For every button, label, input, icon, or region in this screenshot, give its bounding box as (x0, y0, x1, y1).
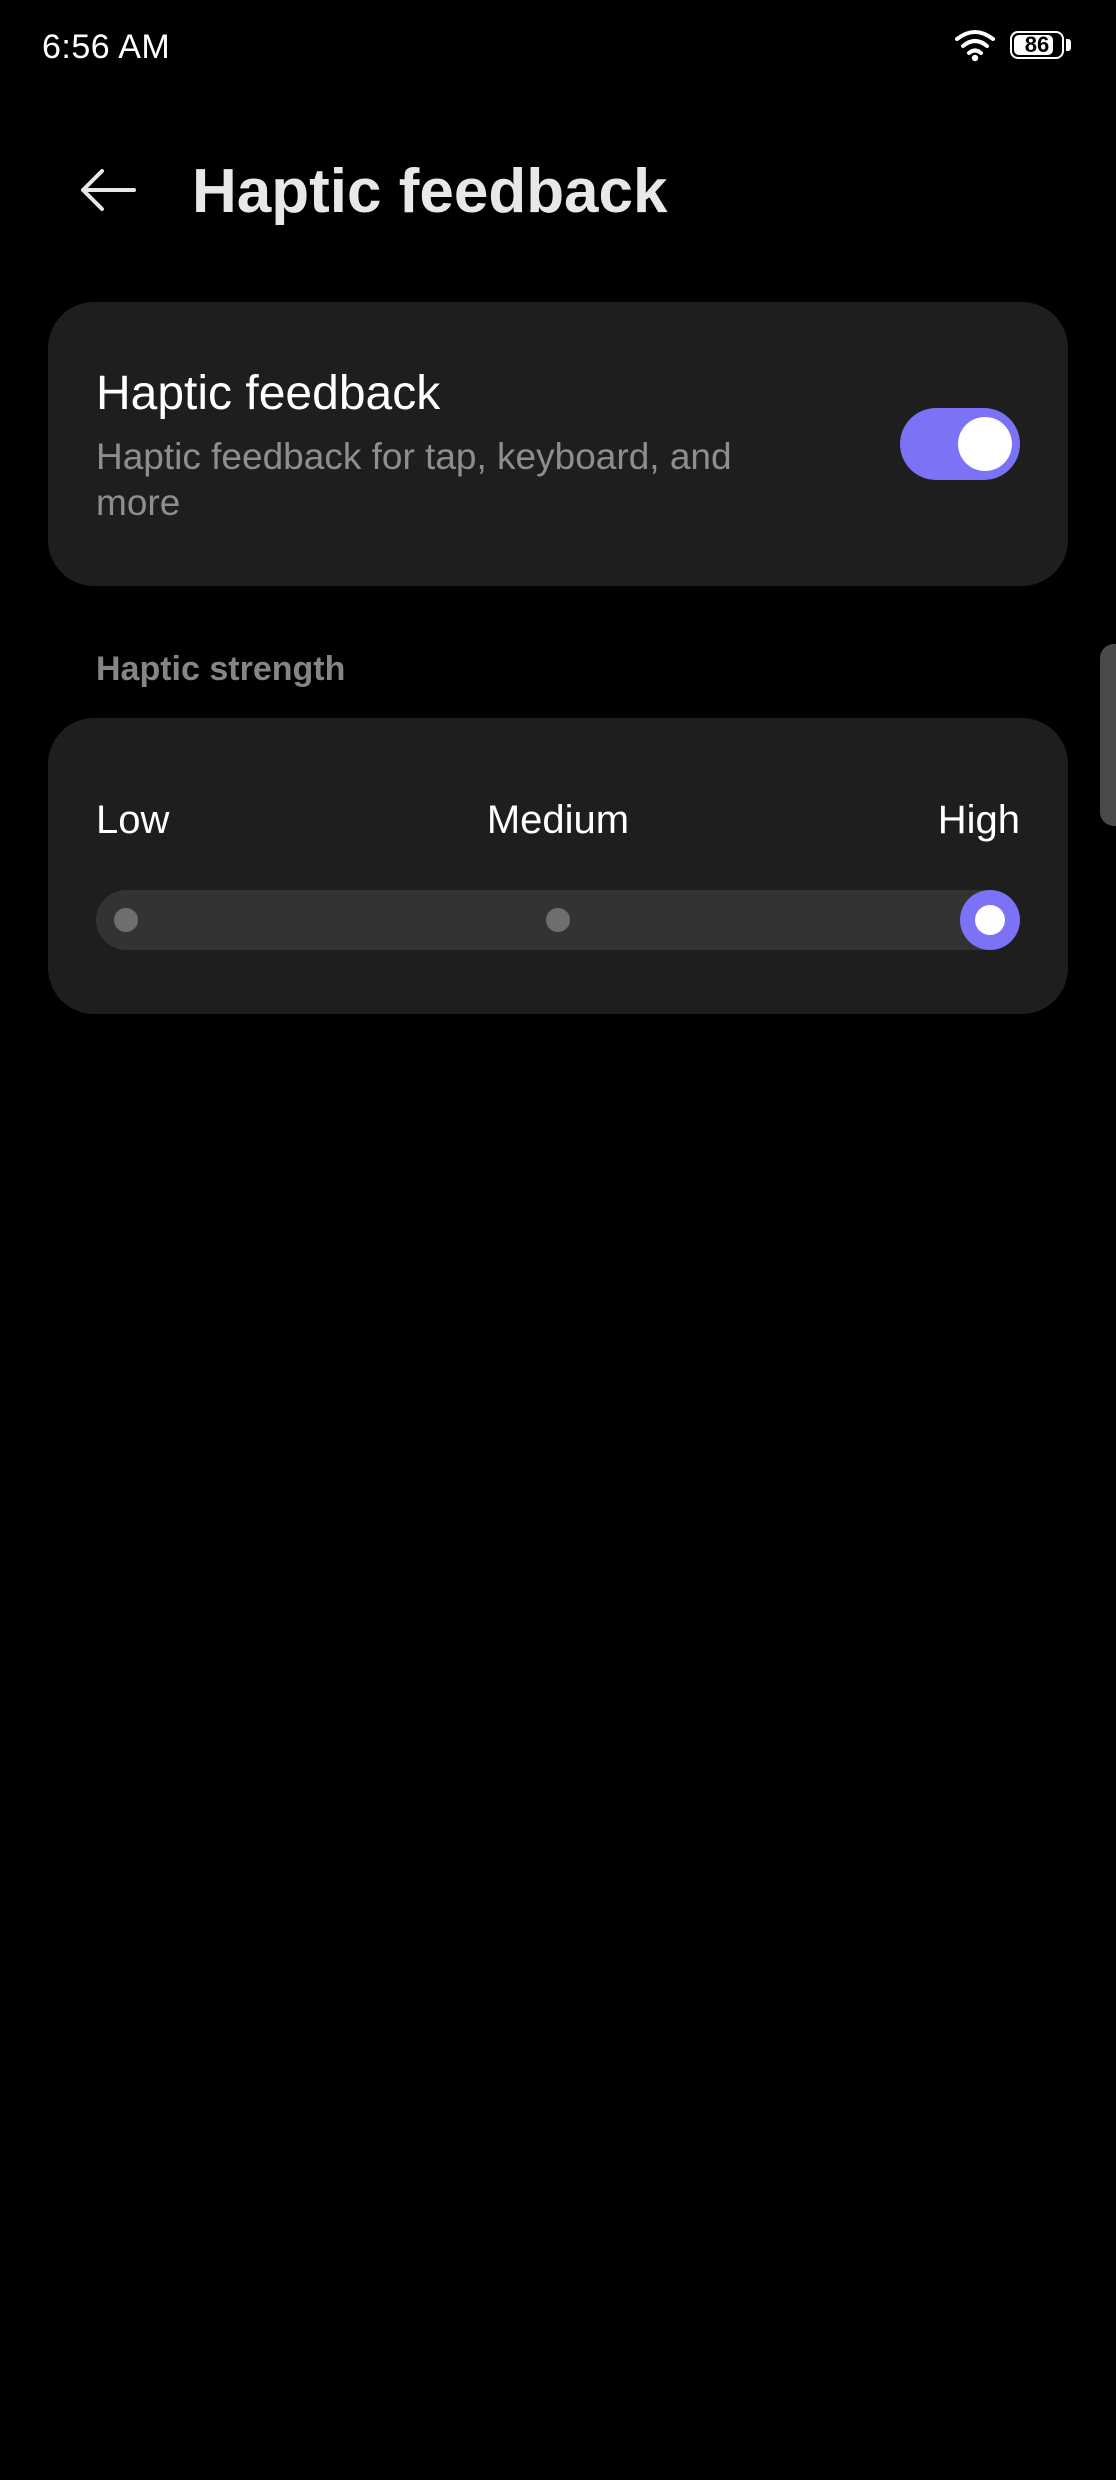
slider-stop-low[interactable] (114, 908, 138, 932)
battery-level: 86 (1024, 32, 1050, 57)
wifi-icon (955, 30, 995, 62)
section-label-haptic-strength: Haptic strength (96, 650, 346, 688)
slider-thumb-center (975, 905, 1005, 935)
strength-label-medium: Medium (486, 798, 630, 842)
slider-thumb[interactable] (960, 890, 1020, 950)
battery-icon: 86 (1010, 30, 1072, 60)
strength-label-high: High (937, 798, 1020, 842)
status-time: 6:56 AM (42, 28, 171, 66)
slider-stop-medium[interactable] (546, 908, 570, 932)
edge-panel-handle[interactable] (1100, 644, 1116, 826)
haptic-feedback-title: Haptic feedback (96, 367, 441, 420)
toggle-knob (958, 417, 1012, 471)
back-button[interactable] (66, 152, 150, 228)
status-bar: 6:56 AM 86 (0, 0, 1116, 100)
page-title: Haptic feedback (192, 157, 668, 226)
haptic-feedback-card[interactable]: Haptic feedback Haptic feedback for tap,… (48, 302, 1068, 586)
haptic-strength-card: Low Medium High (48, 718, 1068, 1014)
battery-body: 86 (1010, 31, 1064, 59)
status-icons: 86 (954, 28, 1072, 62)
haptic-feedback-subtitle: Haptic feedback for tap, keyboard, and m… (96, 436, 732, 523)
app-header: Haptic feedback (0, 130, 1116, 250)
battery-nub (1066, 39, 1071, 51)
haptic-feedback-toggle[interactable] (900, 408, 1020, 480)
arrow-left-icon (81, 169, 136, 211)
haptic-strength-slider[interactable] (96, 890, 1020, 950)
